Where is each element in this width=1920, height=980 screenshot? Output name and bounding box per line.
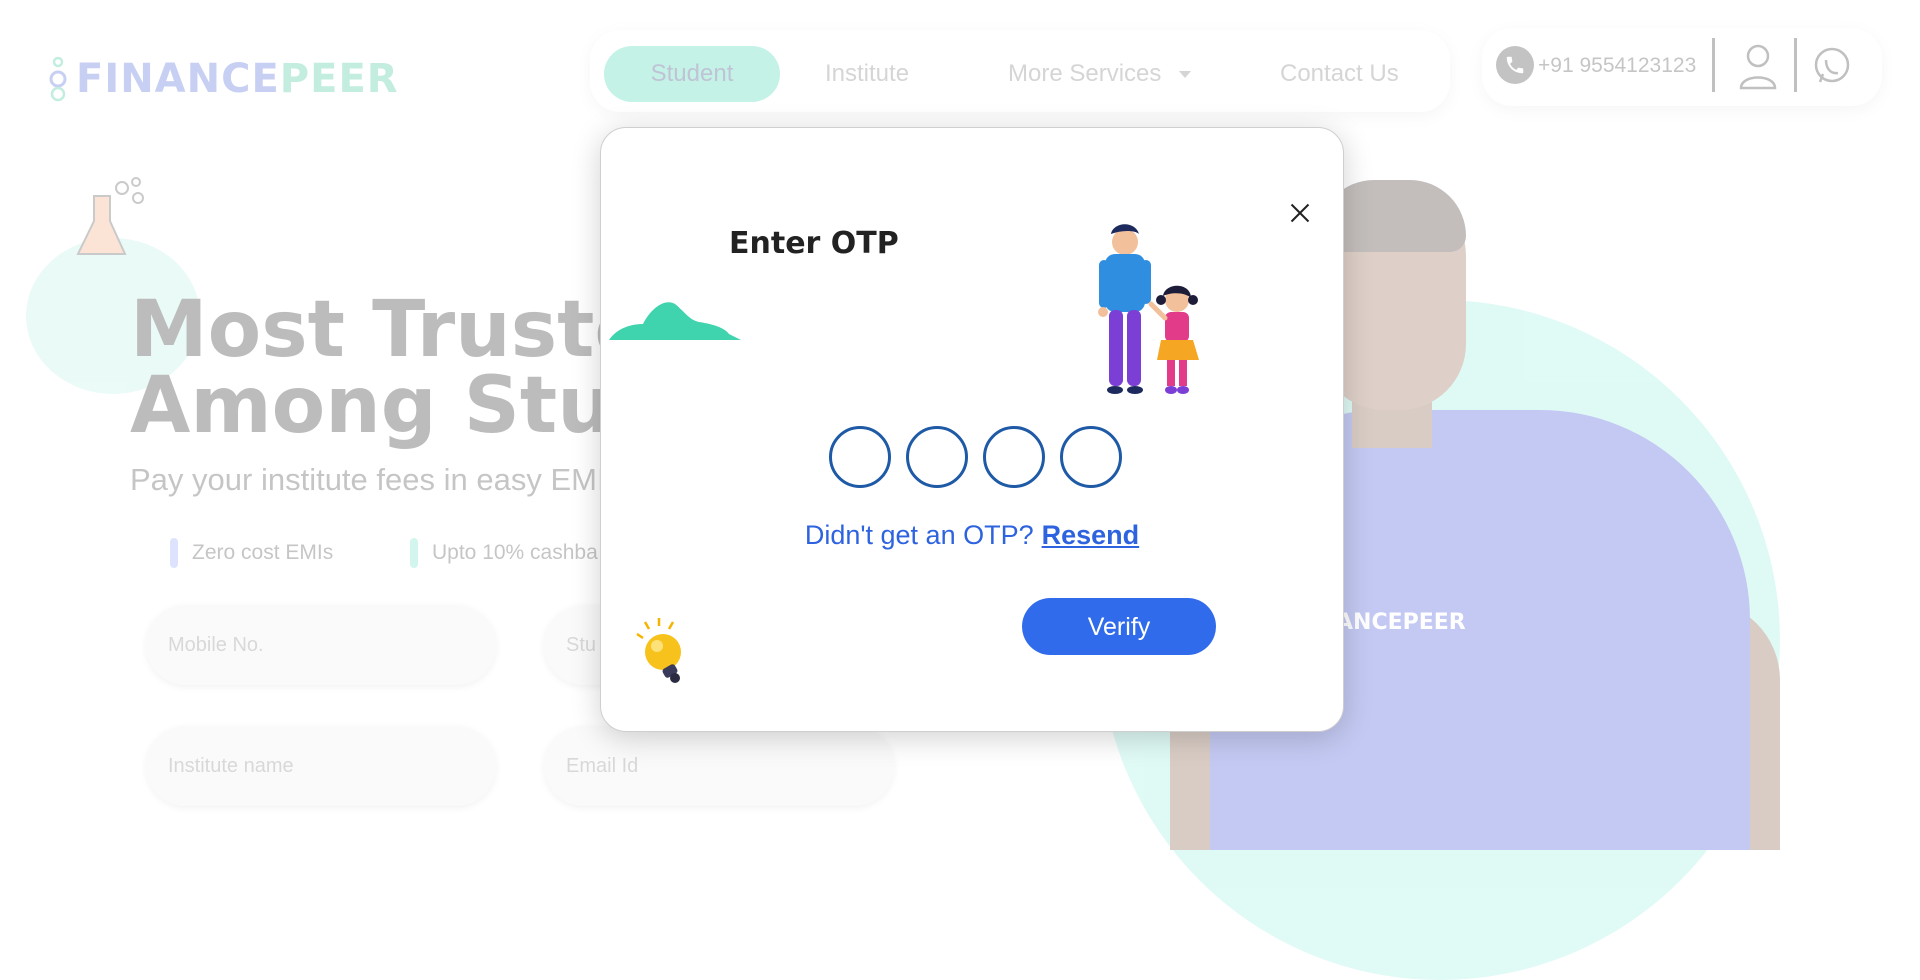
phone-icon[interactable] [1496,46,1534,84]
divider [1794,38,1797,92]
main-nav: Student Institute More Services Contact … [590,30,1450,112]
green-mound-illustration [609,302,741,340]
otp-digit-input[interactable] [829,426,891,488]
user-icon[interactable] [1738,42,1778,90]
phone-number[interactable]: +91 9554123123 [1538,54,1696,78]
resend-prompt-text: Didn't get an OTP? [804,520,1034,550]
feature-item: Upto 10% cashba [410,538,598,568]
resend-link[interactable]: Resend [1042,520,1140,550]
logo[interactable]: FINANCEPEER [48,56,399,102]
contact-bar: +91 9554123123 [1482,28,1882,106]
mobile-input[interactable]: Mobile No. [146,605,496,685]
close-icon[interactable] [1287,200,1313,226]
nav-item-student[interactable]: Student [604,46,780,102]
resend-prompt: Didn't get an OTP? Resend [601,520,1343,551]
chevron-down-icon [1179,71,1192,79]
otp-digit-input[interactable] [983,426,1045,488]
verify-button[interactable]: Verify [1022,598,1216,655]
divider [1712,38,1715,92]
logo-text: FINANCEPEER [76,56,399,102]
nav-item-more-services[interactable]: More Services [1008,46,1192,102]
whatsapp-icon[interactable] [1812,46,1852,86]
otp-modal: Enter OTP Didn't get an OTP? Resend Veri… [600,127,1344,732]
family-illustration [1098,224,1199,394]
nav-item-institute[interactable]: Institute [825,46,909,102]
hero-subtitle: Pay your institute fees in easy EMIs [130,462,622,497]
lightbulb-icon [636,618,681,683]
otp-input-group [829,426,1122,488]
institute-name-input[interactable]: Institute name [146,726,496,806]
modal-title: Enter OTP [729,226,899,261]
shirt-logo-text: ANCEPEER [1336,610,1466,635]
nav-item-contact-us[interactable]: Contact Us [1280,46,1399,102]
feature-item: Zero cost EMIs [170,538,333,568]
flask-icon [76,177,144,255]
email-input[interactable]: Email Id [544,726,894,806]
otp-digit-input[interactable] [1060,426,1122,488]
otp-digit-input[interactable] [906,426,968,488]
logo-mark-icon [49,56,67,102]
